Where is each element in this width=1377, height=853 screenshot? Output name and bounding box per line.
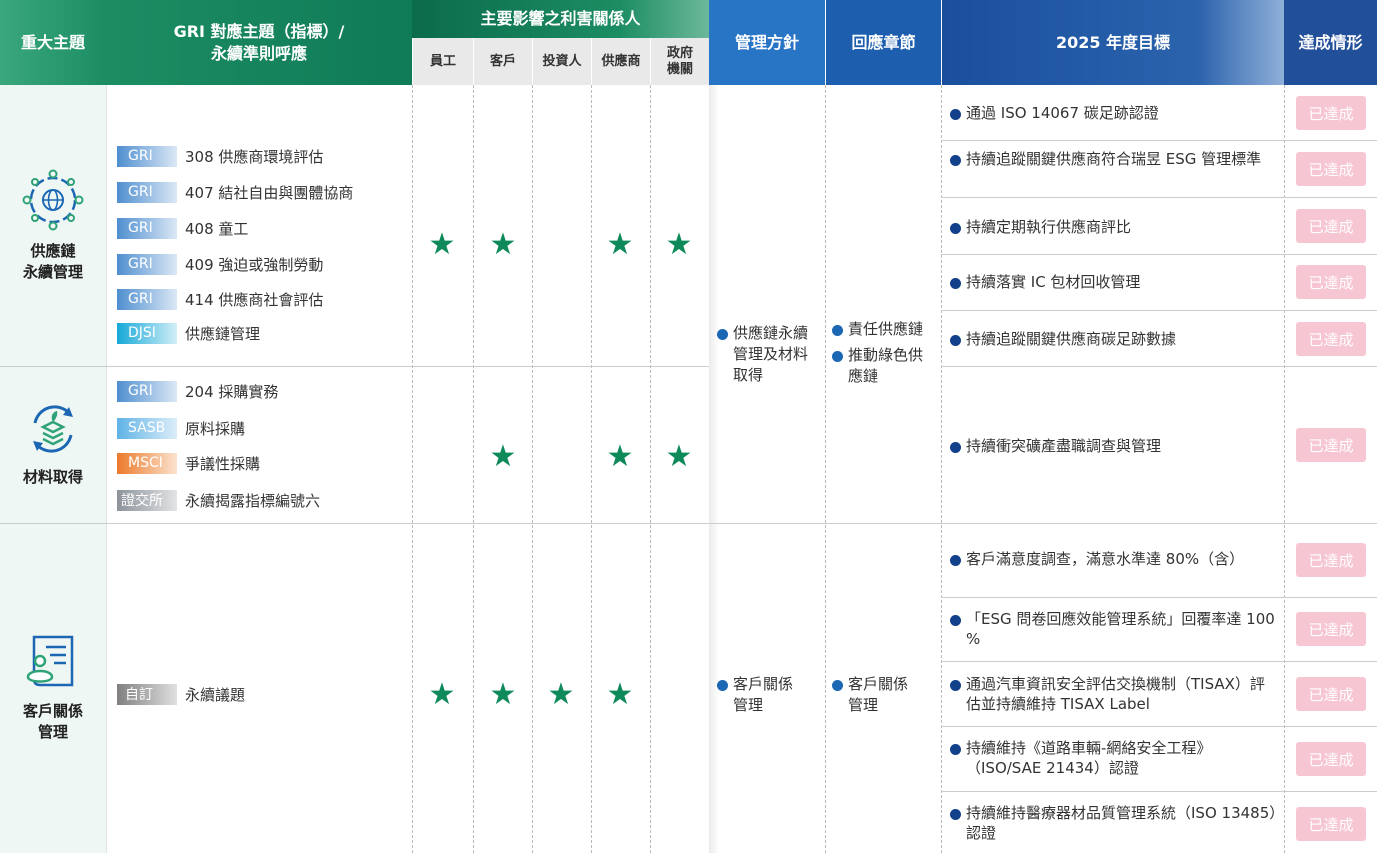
target-item: 持續衝突礦產盡職調查與管理 [950, 436, 1278, 456]
recycle-stack-icon [33, 405, 73, 453]
gri-item: SASB 原料採購 [117, 417, 245, 439]
header-gri-line1: GRI 對應主題（指標）/ [173, 21, 345, 41]
status-badge: 已達成 [1296, 807, 1366, 841]
stakeholder-col-government: 政府 機關 [650, 38, 709, 85]
status-badge: 已達成 [1296, 322, 1366, 356]
globe-gear-icon [22, 169, 84, 230]
gri-item: 自訂 永續議題 [117, 683, 245, 705]
star-icon: ★ [547, 677, 575, 712]
status-badge: 已達成 [1296, 612, 1366, 646]
chapter-item: 推動綠色供 應鏈 [832, 345, 936, 387]
status-badge: 已達成 [1296, 543, 1366, 577]
target-item: 「ESG 問卷回應效能管理系統」回覆率達 100 % [950, 609, 1278, 650]
badge-sasb: SASB [117, 417, 177, 439]
header-topic: 重大主題 [0, 0, 106, 85]
star-icon: ★ [489, 227, 517, 262]
gri-item: MSCI 爭議性採購 [117, 452, 260, 474]
policy-customer: 客戶關係 管理 [717, 674, 821, 716]
target-item: 通過汽車資訊安全評估交換機制（TISAX）評估並持續維持 TISAX Label [950, 674, 1278, 715]
gri-item: GRI 204 採購實務 [117, 380, 278, 402]
star-icon: ★ [606, 439, 634, 474]
badge-gri: GRI [117, 380, 177, 402]
topic-name: 材料取得 [22, 468, 83, 486]
target-item: 通過 ISO 14067 碳足跡認證 [950, 103, 1278, 123]
badge-gri: GRI [117, 181, 177, 203]
header-status: 達成情形 [1284, 0, 1377, 85]
star-icon: ★ [665, 227, 693, 262]
topic-name: 客戶關係 [22, 702, 83, 720]
target-item: 持續維持醫療器材品質管理系統（ISO 13485）認證 [950, 803, 1278, 844]
stakeholder-col-employee: 員工 [412, 38, 473, 85]
policy-supply-chain: 供應鏈永續 管理及材料 取得 [717, 323, 821, 386]
status-badge: 已達成 [1296, 152, 1366, 186]
stakeholder-col-supplier: 供應商 [591, 38, 650, 85]
policy-item: 客戶關係 管理 [717, 674, 821, 716]
target-item: 持續追蹤關鍵供應商碳足跡數據 [950, 329, 1278, 349]
header-gri: GRI 對應主題（指標）/ 永續準則呼應 [106, 0, 412, 85]
topic-name: 管理 [37, 723, 68, 741]
topic-supply-chain: 供應鏈 永續管理 [0, 85, 106, 366]
badge-custom: 自訂 [117, 683, 177, 705]
target-item: 持續維持《道路車輛-網絡安全工程》（ISO/SAE 21434）認證 [950, 738, 1278, 779]
star-icon: ★ [489, 677, 517, 712]
topic-name: 供應鏈 [30, 241, 76, 260]
topic-customer: 客戶關係 管理 [0, 523, 106, 853]
header-stakeholders: 主要影響之利害關係人 [412, 0, 709, 38]
status-badge: 已達成 [1296, 265, 1366, 299]
target-item: 持續定期執行供應商評比 [950, 217, 1278, 237]
star-icon: ★ [489, 439, 517, 474]
target-item: 持續落實 IC 包材回收管理 [950, 272, 1278, 292]
badge-gri: GRI [117, 217, 177, 239]
badge-twse: 證交所 [117, 489, 177, 511]
stakeholder-col-investor: 投資人 [532, 38, 591, 85]
star-icon: ★ [606, 227, 634, 262]
header-policy: 管理方針 [709, 0, 825, 85]
topic-materials: 材料取得 [0, 366, 106, 523]
star-icon: ★ [428, 677, 456, 712]
chapter-item: 客戶關係 管理 [832, 674, 936, 716]
stakeholder-col-customer: 客戶 [473, 38, 532, 85]
header-target: 2025 年度目標 [941, 0, 1284, 85]
status-badge: 已達成 [1296, 209, 1366, 243]
gri-item: GRI 408 童工 [117, 217, 248, 239]
star-icon: ★ [665, 439, 693, 474]
badge-gri: GRI [117, 145, 177, 167]
target-item: 持續追蹤關鍵供應商符合瑞昱 ESG 管理標準 [950, 149, 1278, 169]
column-shadow [709, 85, 719, 853]
star-icon: ★ [606, 677, 634, 712]
badge-gri: GRI [117, 288, 177, 310]
status-badge: 已達成 [1296, 742, 1366, 776]
chapter-item: 責任供應鏈 [832, 319, 936, 340]
status-badge: 已達成 [1296, 677, 1366, 711]
badge-msci: MSCI [117, 452, 177, 474]
gri-item: GRI 409 強迫或強制勞動 [117, 253, 323, 275]
status-badge: 已達成 [1296, 428, 1366, 462]
gri-item: 證交所 永續揭露指標編號六 [117, 489, 320, 511]
header-gri-line2: 永續準則呼應 [210, 43, 307, 63]
gri-item: GRI 414 供應商社會評估 [117, 288, 323, 310]
star-icon: ★ [428, 227, 456, 262]
customer-doc-icon [26, 635, 74, 687]
gri-item: GRI 308 供應商環境評估 [117, 145, 323, 167]
topic-name: 永續管理 [22, 262, 83, 281]
gri-item: DJSI 供應鏈管理 [117, 322, 260, 344]
gri-item: GRI 407 結社自由與團體協商 [117, 181, 353, 203]
target-item: 客戶滿意度調查，滿意水準達 80%（含） [950, 549, 1278, 569]
chapter-supply-chain: 責任供應鏈 推動綠色供 應鏈 [832, 319, 936, 387]
policy-item: 供應鏈永續 管理及材料 取得 [717, 323, 821, 386]
header-chapter: 回應章節 [825, 0, 941, 85]
badge-gri: GRI [117, 253, 177, 275]
badge-djsi: DJSI [117, 322, 177, 344]
chapter-customer: 客戶關係 管理 [832, 674, 936, 716]
status-badge: 已達成 [1296, 96, 1366, 130]
